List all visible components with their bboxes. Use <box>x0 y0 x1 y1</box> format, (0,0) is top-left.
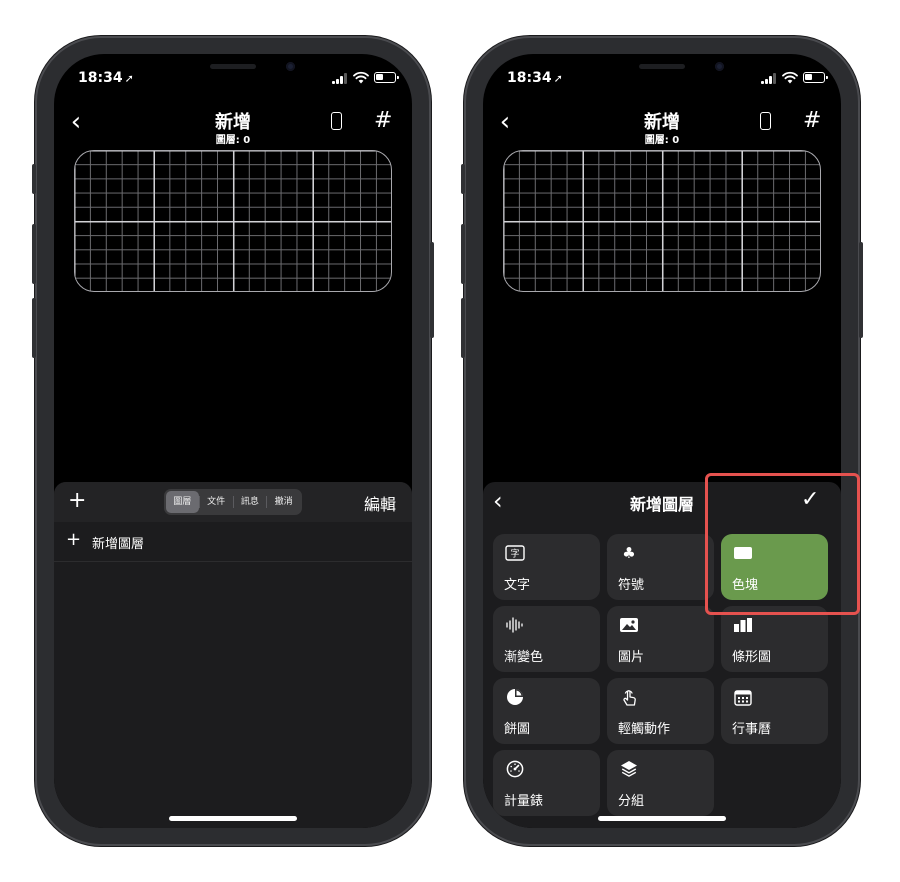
gauge-icon <box>505 760 525 778</box>
volume-up-button <box>32 224 36 284</box>
phone-frame-left: 18:34 ➚ ‹ 新增 圖層: 0 # + 圖層 文件 訊息 撤消 編輯 + … <box>32 36 434 846</box>
layers-panel: + 圖層 文件 訊息 撤消 編輯 + 新增圖層 <box>54 482 412 828</box>
tile-label: 行事曆 <box>732 722 772 737</box>
phone-frame-right: 18:34➚ ‹ 新增 圖層: 0 # ‹ 新增圖層 ✓ 字 文字 ♣ 符號 <box>461 36 863 846</box>
tile-label: 文字 <box>504 578 531 593</box>
silent-switch <box>32 164 36 194</box>
tile-pie-chart[interactable]: 餅圖 <box>493 678 600 744</box>
volume-down-button <box>32 298 36 358</box>
tile-label: 計量錶 <box>504 794 544 809</box>
panel-toolbar: + 圖層 文件 訊息 撤消 編輯 <box>54 482 412 522</box>
tile-label: 輕觸動作 <box>618 722 671 737</box>
photo-icon <box>619 616 639 634</box>
phone-preview-icon[interactable] <box>331 112 342 130</box>
tile-label: 漸變色 <box>504 650 544 665</box>
tile-label: 符號 <box>618 578 645 593</box>
tile-label: 圖片 <box>618 650 645 665</box>
annotation-highlight-box <box>705 473 860 615</box>
tile-tap-action[interactable]: 輕觸動作 <box>607 678 714 744</box>
location-arrow-icon: ➚ <box>124 72 134 85</box>
cellular-signal-icon <box>332 73 348 84</box>
pie-chart-icon <box>505 688 525 706</box>
tile-gauge[interactable]: 計量錶 <box>493 750 600 816</box>
waveform-icon <box>505 616 525 634</box>
grid-toggle-icon[interactable]: # <box>803 110 821 132</box>
text-box-icon: 字 <box>505 544 525 562</box>
power-button <box>859 242 863 338</box>
status-bar: 18:34 ➚ <box>483 68 841 88</box>
grid-toggle-icon[interactable]: # <box>374 110 392 132</box>
widget-canvas[interactable] <box>74 150 392 292</box>
club-icon: ♣ <box>622 544 636 562</box>
tile-calendar[interactable]: 行事曆 <box>721 678 828 744</box>
segmented-control: 圖層 文件 訊息 撤消 <box>164 489 302 515</box>
tile-label: 條形圖 <box>732 650 772 665</box>
tile-group[interactable]: 分組 <box>607 750 714 816</box>
screen-right: 18:34➚ ‹ 新增 圖層: 0 # ‹ 新增圖層 ✓ 字 文字 ♣ 符號 <box>483 54 841 828</box>
tile-label: 餅圖 <box>504 722 531 737</box>
home-indicator[interactable] <box>598 816 726 821</box>
segment-info[interactable]: 訊息 <box>234 491 267 513</box>
widget-canvas[interactable] <box>503 150 821 292</box>
battery-icon <box>374 72 399 83</box>
svg-text:字: 字 <box>510 548 519 560</box>
plus-icon: + <box>66 529 82 550</box>
segment-layers[interactable]: 圖層 <box>166 491 199 513</box>
volume-down-button <box>461 298 465 358</box>
status-time: 18:34 ➚ <box>78 70 134 86</box>
phone-preview-icon[interactable] <box>760 112 771 130</box>
power-button <box>430 242 434 338</box>
tile-label: 分組 <box>618 794 645 809</box>
segment-document[interactable]: 文件 <box>200 491 233 513</box>
layers-icon <box>619 760 639 778</box>
wifi-icon <box>782 71 798 84</box>
volume-up-button <box>461 224 465 284</box>
tile-bar-chart[interactable]: 條形圖 <box>721 606 828 672</box>
nav-bar: ‹ 新增 圖層: 0 # <box>483 106 841 156</box>
add-layer-label: 新增圖層 <box>92 537 145 552</box>
wifi-icon <box>353 71 369 84</box>
tile-symbol[interactable]: ♣ 符號 <box>607 534 714 600</box>
add-icon[interactable]: + <box>68 489 86 513</box>
tap-hand-icon <box>619 688 639 706</box>
layer-count: 圖層: 0 <box>644 135 680 146</box>
tile-text[interactable]: 字 文字 <box>493 534 600 600</box>
add-layer-row[interactable]: + 新增圖層 <box>54 522 412 562</box>
layer-count: 圖層: 0 <box>215 135 251 146</box>
nav-bar: ‹ 新增 圖層: 0 # <box>54 106 412 156</box>
screen-left: 18:34 ➚ ‹ 新增 圖層: 0 # + 圖層 文件 訊息 撤消 編輯 + … <box>54 54 412 828</box>
bar-chart-icon <box>733 616 753 634</box>
cellular-signal-icon <box>761 73 777 84</box>
calendar-icon <box>733 688 753 706</box>
silent-switch <box>461 164 465 194</box>
home-indicator[interactable] <box>169 816 297 821</box>
segment-undo[interactable]: 撤消 <box>267 491 300 513</box>
tile-image[interactable]: 圖片 <box>607 606 714 672</box>
tile-gradient[interactable]: 漸變色 <box>493 606 600 672</box>
status-time: 18:34 ➚ <box>507 70 563 86</box>
battery-icon <box>803 72 828 83</box>
edit-button[interactable]: 編輯 <box>364 491 396 515</box>
status-bar: 18:34 ➚ <box>54 68 412 88</box>
location-arrow-icon: ➚ <box>553 72 563 85</box>
